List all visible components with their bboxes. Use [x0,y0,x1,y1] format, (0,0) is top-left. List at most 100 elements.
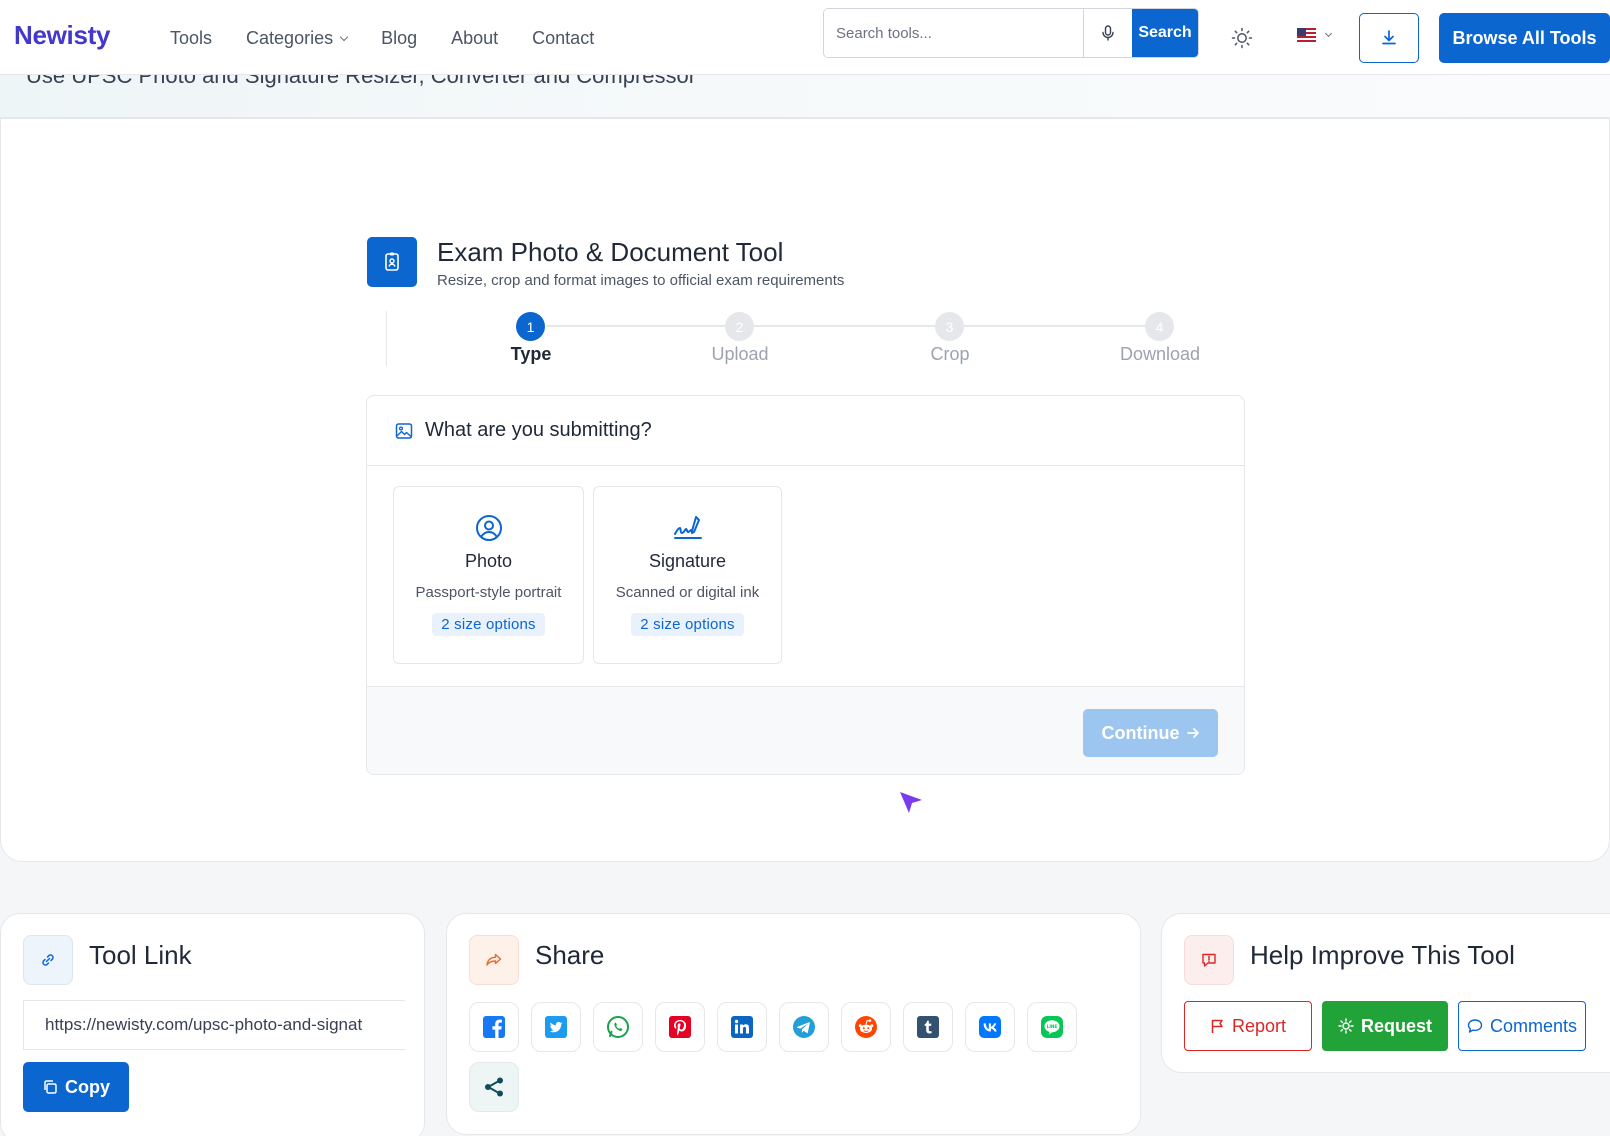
copy-link-button[interactable]: Copy [23,1062,129,1112]
microphone-icon [1102,25,1114,41]
browse-all-tools-button[interactable]: Browse All Tools [1439,13,1610,63]
share-vk-button[interactable] [965,1002,1015,1052]
sun-icon [1231,27,1253,49]
site-logo[interactable]: Newisty [14,20,110,51]
tool-link-title: Tool Link [89,940,192,970]
request-label: Request [1360,1015,1432,1036]
panel-footer: Continue [367,686,1244,774]
linkedin-icon [731,1016,753,1038]
share-title: Share [535,940,605,970]
share-tumblr-button[interactable] [903,1002,953,1052]
us-flag-icon [1297,28,1316,42]
nav-categories-label: Categories [246,28,334,48]
language-selector[interactable] [1297,28,1333,42]
share-nodes-icon [485,1077,503,1097]
feedback-title: Help Improve This Tool [1250,940,1515,970]
continue-button[interactable]: Continue [1083,709,1218,757]
option-signature[interactable]: Signature Scanned or digital ink 2 size … [593,486,782,664]
share-whatsapp-button[interactable] [593,1002,643,1052]
option-photo-badge: 2 size options [432,613,545,636]
step-2-indicator: 2 [725,312,754,341]
step-4-indicator: 4 [1145,312,1174,341]
nav-contact[interactable]: Contact [532,28,594,49]
share-pinterest-button[interactable] [655,1002,705,1052]
tool-link-field[interactable]: https://newisty.com/upsc-photo-and-signa… [23,1000,405,1050]
copy-icon [44,1080,57,1094]
share-twitter-button[interactable] [531,1002,581,1052]
arrow-right-icon [1186,728,1199,738]
twitter-icon [545,1016,567,1038]
link-icon [23,935,73,985]
continue-label: Continue [1101,722,1180,743]
option-signature-subtitle: Scanned or digital ink [615,584,760,601]
reddit-icon [855,1016,877,1038]
search-button[interactable]: Search [1132,9,1198,57]
line-icon: LINE [1041,1016,1063,1038]
tool-title: Exam Photo & Document Tool [437,237,784,267]
site-header: Newisty Tools Categories Blog About Cont… [0,0,1610,75]
share-facebook-button[interactable] [469,1002,519,1052]
share-card: Share LINE [446,913,1141,1135]
download-app-button[interactable] [1359,13,1419,63]
mouse-cursor-icon [900,792,922,813]
panel-header: What are you submitting? [367,396,1244,466]
report-button[interactable]: Report [1184,1001,1312,1051]
pinterest-icon [669,1016,691,1038]
download-icon [1382,30,1396,45]
search-bar: Search [823,8,1199,58]
option-signature-title: Signature [648,551,727,571]
image-icon [395,422,413,439]
step-2-label: Upload [711,344,769,364]
request-button[interactable]: Request [1322,1001,1448,1051]
option-photo-subtitle: Passport-style portrait [415,584,562,601]
share-more-button[interactable] [469,1062,519,1112]
chevron-down-icon [339,32,349,41]
nav-about[interactable]: About [451,28,498,49]
submission-type-panel: What are you submitting? Photo Passport-… [366,395,1245,775]
report-label: Report [1231,1015,1287,1036]
comments-label: Comments [1489,1015,1578,1036]
step-4-label: Download [1119,344,1201,364]
comments-button[interactable]: Comments [1458,1001,1586,1051]
stepper-track [546,325,1170,327]
tool-link-card: Tool Link https://newisty.com/upsc-photo… [0,913,425,1136]
lightbulb-icon [1338,1018,1354,1034]
share-reddit-button[interactable] [841,1002,891,1052]
vk-icon [979,1016,1001,1038]
feedback-card: Help Improve This Tool Report Request Co… [1161,913,1610,1073]
stepper-divider [386,311,387,366]
share-buttons: LINE [469,1002,1089,1112]
share-line-button[interactable]: LINE [1027,1002,1077,1052]
id-badge-icon [367,237,417,287]
feedback-icon [1184,935,1234,985]
flag-icon [1211,1019,1223,1033]
step-1-label: Type [510,344,552,364]
theme-toggle[interactable] [1230,26,1254,50]
share-telegram-button[interactable] [779,1002,829,1052]
main-nav: Tools Categories Blog About Contact [170,28,594,49]
user-circle-icon [474,513,504,543]
tumblr-icon [917,1016,939,1038]
comment-icon [1467,1019,1483,1033]
option-photo[interactable]: Photo Passport-style portrait 2 size opt… [393,486,584,664]
panel-question: What are you submitting? [425,419,652,441]
share-linkedin-button[interactable] [717,1002,767,1052]
nav-categories[interactable]: Categories [246,28,349,49]
facebook-icon [483,1016,505,1038]
nav-blog[interactable]: Blog [381,28,417,49]
search-input[interactable] [824,9,1083,57]
step-3-indicator: 3 [935,312,964,341]
telegram-icon [793,1016,815,1038]
option-signature-badge: 2 size options [631,613,744,636]
step-1-indicator: 1 [516,312,545,341]
nav-tools[interactable]: Tools [170,28,212,49]
tool-subtitle: Resize, crop and format images to offici… [437,272,845,289]
whatsapp-icon [607,1016,629,1038]
signature-icon [673,513,703,543]
share-arrow-icon [469,935,519,985]
svg-text:LINE: LINE [1047,1024,1058,1029]
chevron-down-icon [1324,29,1333,37]
step-3-label: Crop [930,344,970,364]
hero-subtitle: Use UPSC Photo and Signature Resizer, Co… [26,75,697,88]
voice-search-button[interactable] [1083,9,1132,57]
